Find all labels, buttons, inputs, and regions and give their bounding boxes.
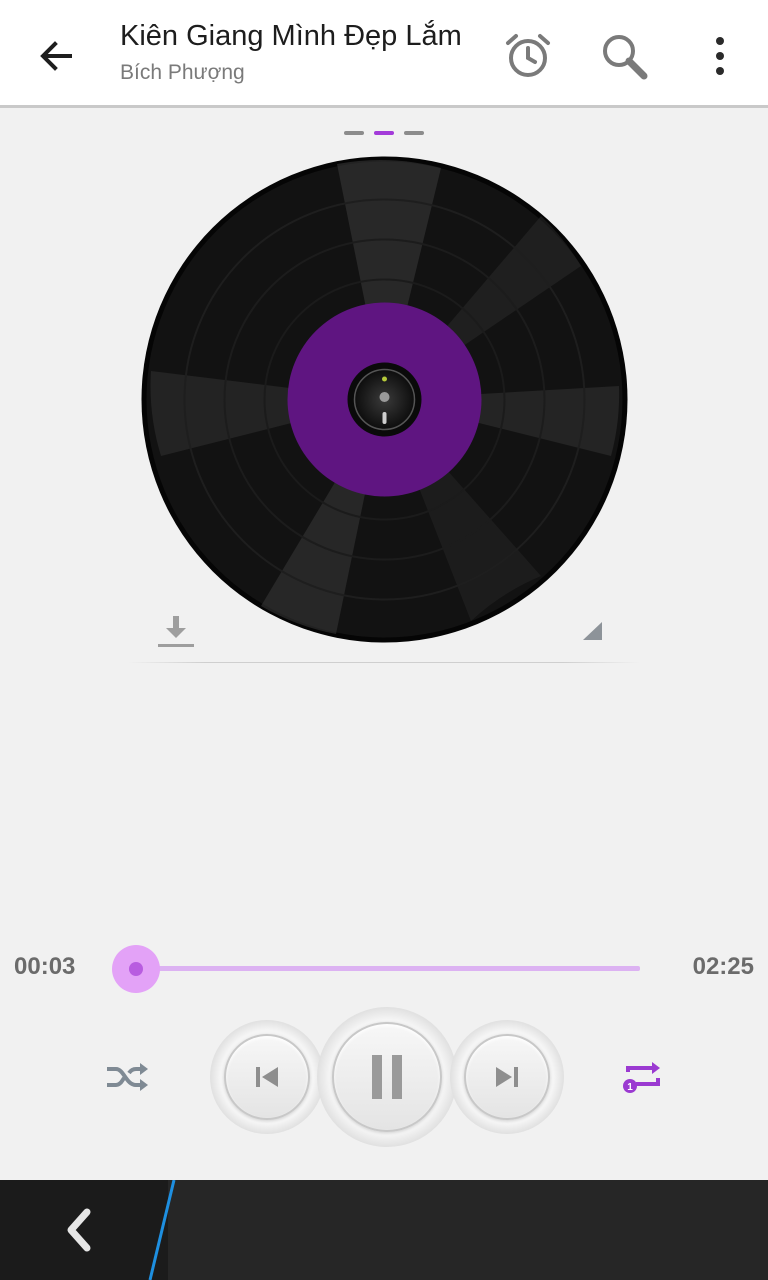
total-time: 02:25 [692,953,754,980]
page-dot[interactable] [404,131,424,135]
search-icon [603,35,648,80]
divider [128,662,640,663]
skip-previous-icon [256,1067,278,1087]
repeat-one-badge: 1 [627,1082,633,1093]
nav-divider-accent [148,1180,176,1280]
pause-icon [372,1055,402,1099]
skip-next-icon [496,1067,518,1087]
previous-track-button[interactable] [210,1020,324,1134]
system-nav-bar [0,1180,768,1280]
app-bar: Kiên Giang Mình Đẹp Lắm Bích Phượng [0,0,768,108]
shuffle-button[interactable] [100,1055,154,1099]
vinyl-disc-artwork [141,156,628,643]
corner-triangle-icon [583,622,602,640]
sleep-timer-button[interactable] [500,28,556,84]
expand-corner-button[interactable] [580,620,604,642]
song-title: Kiên Giang Mình Đẹp Lắm [120,20,462,52]
repeat-button[interactable]: 1 [616,1055,670,1099]
play-pause-face [332,1022,442,1132]
download-button[interactable] [156,614,196,648]
nav-back-button[interactable] [50,1202,106,1258]
seek-thumb-core [129,962,144,976]
elapsed-time: 00:03 [14,953,76,980]
next-track-face [464,1034,550,1120]
alarm-clock-icon [506,34,550,77]
next-track-button[interactable] [450,1020,564,1134]
chevron-left-icon [67,1208,91,1252]
title-block: Kiên Giang Mình Đẹp Lắm Bích Phượng [120,20,462,85]
play-pause-button[interactable] [317,1007,457,1147]
previous-track-face [224,1034,310,1120]
seek-thumb[interactable] [112,945,161,993]
page-dot-active[interactable] [374,131,394,135]
download-icon [158,616,194,647]
more-vert-icon [716,37,724,75]
search-button[interactable] [596,28,652,84]
shuffle-icon [107,1063,148,1091]
back-button[interactable] [28,28,84,84]
more-options-button[interactable] [692,28,748,84]
page-indicator [344,131,424,135]
page-dot[interactable] [344,131,364,135]
repeat-one-icon: 1 [623,1062,660,1093]
back-arrow-icon [40,41,72,71]
seek-bar[interactable] [126,966,640,971]
artist-name: Bích Phượng [120,61,245,84]
